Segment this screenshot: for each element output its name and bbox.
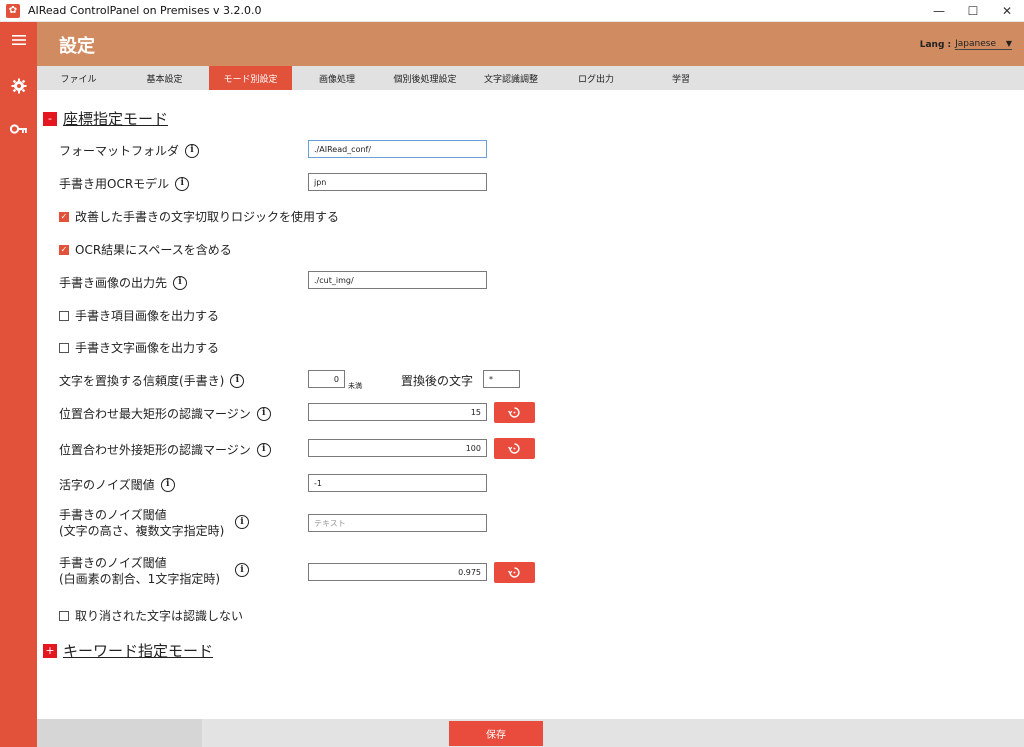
checkbox-checked-icon[interactable]: ✓ xyxy=(59,211,69,222)
format-folder-label: フォーマットフォルダ xyxy=(59,144,180,158)
checkbox-unchecked-icon[interactable] xyxy=(59,610,69,621)
menu-icon[interactable] xyxy=(0,26,37,54)
reset-button[interactable] xyxy=(494,402,535,423)
info-icon[interactable]: i xyxy=(160,477,175,492)
outer-rect-margin-label: 位置合わせ外接矩形の認識マージン xyxy=(59,443,251,457)
checkbox-unchecked-icon[interactable] xyxy=(59,342,69,353)
lang-value: Japanese xyxy=(955,39,996,49)
page-title: 設定 xyxy=(59,36,95,57)
output-char-images-checkbox[interactable]: 手書き文字画像を出力する xyxy=(59,339,219,356)
settings-content: - 座標指定モード フォーマットフォルダ i ./AIRead_conf/ 手書… xyxy=(37,90,1024,719)
hand-noise-white-row: 手書きのノイズ閾値 (白画素の割合、1文字指定時) i xyxy=(59,555,259,589)
checkbox-unchecked-icon[interactable] xyxy=(59,310,69,321)
print-noise-label: 活字のノイズ閾値 xyxy=(59,478,155,492)
hand-noise-height-label: 手書きのノイズ閾値 xyxy=(59,508,167,522)
language-selector[interactable]: Lang : Japanese ▼ xyxy=(920,39,1012,50)
save-button[interactable]: 保存 xyxy=(449,721,543,746)
reset-button[interactable] xyxy=(494,562,535,583)
outer-rect-margin-input[interactable]: 100 xyxy=(308,439,487,457)
reset-button[interactable] xyxy=(494,438,535,459)
replace-confidence-input[interactable]: 0 xyxy=(308,370,345,388)
max-rect-margin-label: 位置合わせ最大矩形の認識マージン xyxy=(59,407,251,421)
window-title: AIRead ControlPanel on Premises v 3.2.0.… xyxy=(28,4,262,17)
info-icon[interactable]: i xyxy=(256,406,271,421)
tab-image-processing[interactable]: 画像処理 xyxy=(294,66,380,90)
section-keyword-mode-header[interactable]: + キーワード指定モード xyxy=(43,640,213,661)
output-dest-input[interactable]: ./cut_img/ xyxy=(308,271,487,289)
sidebar xyxy=(0,22,37,747)
tab-post-processing[interactable]: 個別後処理設定 xyxy=(382,66,468,90)
lang-dropdown[interactable]: Japanese ▼ xyxy=(955,39,1012,50)
minimize-button[interactable]: — xyxy=(922,0,956,22)
key-icon[interactable] xyxy=(0,115,37,143)
include-spaces-label: OCR結果にスペースを含める xyxy=(75,243,232,257)
include-spaces-checkbox[interactable]: ✓ OCR結果にスペースを含める xyxy=(59,241,232,258)
output-item-images-label: 手書き項目画像を出力する xyxy=(75,309,220,323)
hand-noise-white-input[interactable]: 0.975 xyxy=(308,563,487,581)
section-title: 座標指定モード xyxy=(63,110,169,128)
reset-icon xyxy=(508,407,520,418)
ignore-struck-label: 取り消された文字は認識しない xyxy=(75,609,244,623)
max-rect-margin-input[interactable]: 15 xyxy=(308,403,487,421)
hand-noise-white-sublabel: (白画素の割合、1文字指定時) xyxy=(59,572,220,586)
header: 設定 Lang : Japanese ▼ xyxy=(37,22,1024,66)
caret-down-icon: ▼ xyxy=(1005,39,1012,48)
window-controls: — ☐ ✕ xyxy=(922,0,1024,22)
replacement-char-label: 置換後の文字 xyxy=(401,374,474,388)
info-icon[interactable]: i xyxy=(173,275,188,290)
info-icon[interactable]: i xyxy=(235,515,249,529)
output-dest-row: 手書き画像の出力先 i xyxy=(59,274,188,291)
tab-bar: ファイル 基本設定 モード別設定 画像処理 個別後処理設定 文字認識調整 ログ出… xyxy=(37,66,1024,90)
format-folder-input[interactable]: ./AIRead_conf/ xyxy=(308,140,487,158)
format-folder-row: フォーマットフォルダ i xyxy=(59,142,200,159)
title-bar: ✿ AIRead ControlPanel on Premises v 3.2.… xyxy=(0,0,1024,22)
lang-label: Lang : xyxy=(919,39,952,50)
hand-noise-white-label: 手書きのノイズ閾値 xyxy=(59,556,167,570)
section-title: キーワード指定モード xyxy=(63,642,214,660)
improved-cut-checkbox[interactable]: ✓ 改善した手書きの文字切取りロジックを使用する xyxy=(59,208,339,225)
tab-basic-settings[interactable]: 基本設定 xyxy=(122,66,207,90)
footer-left-panel xyxy=(37,719,202,747)
maximize-button[interactable]: ☐ xyxy=(956,0,990,22)
improved-cut-label: 改善した手書きの文字切取りロジックを使用する xyxy=(75,210,340,224)
gear-icon[interactable] xyxy=(0,72,37,100)
less-than-suffix: 未満 xyxy=(348,382,362,390)
info-icon[interactable]: i xyxy=(256,442,271,457)
max-rect-margin-row: 位置合わせ最大矩形の認識マージン i xyxy=(59,405,271,422)
tab-file[interactable]: ファイル xyxy=(37,66,120,90)
replacement-char-input[interactable]: * xyxy=(483,370,520,388)
expand-toggle[interactable]: + xyxy=(43,643,57,658)
tab-recognition-tuning[interactable]: 文字認識調整 xyxy=(468,66,554,90)
ignore-struck-checkbox[interactable]: 取り消された文字は認識しない xyxy=(59,607,243,624)
output-dest-label: 手書き画像の出力先 xyxy=(59,276,168,290)
close-button[interactable]: ✕ xyxy=(990,0,1024,22)
info-icon[interactable]: i xyxy=(175,176,190,191)
info-icon[interactable]: i xyxy=(230,373,245,388)
tab-log-output[interactable]: ログ出力 xyxy=(553,66,639,90)
hand-noise-height-sublabel: (文字の高さ、複数文字指定時) xyxy=(59,524,225,538)
outer-rect-margin-row: 位置合わせ外接矩形の認識マージン i xyxy=(59,441,271,458)
output-char-images-label: 手書き文字画像を出力する xyxy=(75,341,220,355)
section-coordinate-mode-header[interactable]: - 座標指定モード xyxy=(43,108,168,129)
hand-noise-height-row: 手書きのノイズ閾値 (文字の高さ、複数文字指定時) i xyxy=(59,507,259,541)
info-icon[interactable]: i xyxy=(185,143,200,158)
ocr-model-label: 手書き用OCRモデル xyxy=(59,177,170,191)
ocr-model-input[interactable]: jpn xyxy=(308,173,487,191)
app-logo-icon: ✿ xyxy=(6,3,20,18)
print-noise-row: 活字のノイズ閾値 i xyxy=(59,476,175,493)
hand-noise-height-input[interactable]: テキスト xyxy=(308,514,487,532)
footer: 保存 xyxy=(37,719,1024,747)
replace-confidence-row: 文字を置換する信頼度(手書き) i xyxy=(59,372,245,389)
tab-mode-settings[interactable]: モード別設定 xyxy=(209,66,292,90)
replace-confidence-label: 文字を置換する信頼度(手書き) xyxy=(59,374,225,388)
reset-icon xyxy=(508,567,520,578)
checkbox-checked-icon[interactable]: ✓ xyxy=(59,244,69,255)
tab-learning[interactable]: 学習 xyxy=(638,66,724,90)
ocr-model-row: 手書き用OCRモデル i xyxy=(59,175,190,192)
reset-icon xyxy=(508,443,520,454)
output-item-images-checkbox[interactable]: 手書き項目画像を出力する xyxy=(59,307,219,324)
collapse-toggle[interactable]: - xyxy=(43,111,57,126)
print-noise-input[interactable]: -1 xyxy=(308,474,487,492)
info-icon[interactable]: i xyxy=(235,563,249,577)
